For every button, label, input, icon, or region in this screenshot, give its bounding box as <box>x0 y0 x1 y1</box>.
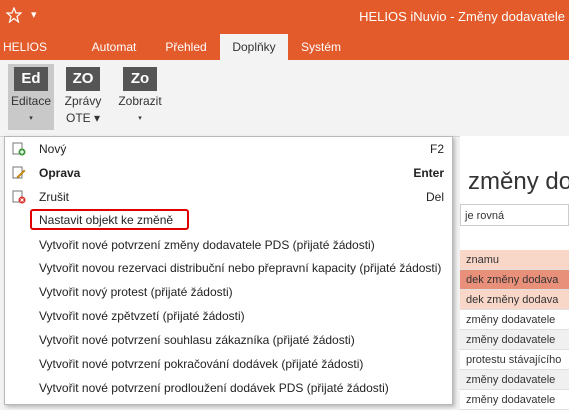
tab-automat[interactable]: Automat <box>76 34 152 60</box>
chevron-down-icon: ▾ <box>138 115 142 122</box>
tab-prehled[interactable]: Přehled <box>152 34 220 60</box>
menu-item-oprava[interactable]: Oprava Enter <box>5 161 452 185</box>
table-row[interactable]: změny dodavatele <box>460 390 569 410</box>
menu-item-souhlas-zakaznika[interactable]: Vytvořit nové potvrzení souhlasu zákazní… <box>5 328 452 352</box>
quick-access-dropdown[interactable]: ▾ <box>31 8 37 21</box>
menu-item-label: Vytvořit nový protest (přijaté žádosti) <box>39 285 233 299</box>
table-row[interactable]: protestu stávajícího <box>460 350 569 370</box>
title-bar: ▾ HELIOS iNuvio - Změny dodavatele <box>0 0 569 34</box>
menu-item-protest[interactable]: Vytvořit nový protest (přijaté žádosti) <box>5 280 452 304</box>
menu-item-shortcut: F2 <box>429 142 444 156</box>
table-row[interactable]: znamu <box>460 250 569 270</box>
menu-item-potvrzeni-zmeny-dodavatele[interactable]: Vytvořit nové potvrzení změny dodavatele… <box>5 233 452 257</box>
menu-item-label: Vytvořit nové potvrzení pokračování dodá… <box>39 357 364 371</box>
ribbon-panel: Ed Editace ▾ ZO Zprávy OTE ▾ Zo Zobrazit… <box>0 60 569 137</box>
menu-item-zpetvzeti[interactable]: Vytvořit nové zpětvzetí (přijaté žádosti… <box>5 304 452 328</box>
menu-item-label: Zrušit <box>39 190 69 204</box>
new-record-icon <box>12 142 26 156</box>
menu-item-shortcut: Enter <box>413 166 444 180</box>
table-row[interactable]: změny dodavatele <box>460 370 569 390</box>
chevron-down-icon: ▾ <box>29 115 33 122</box>
table-row[interactable]: dek změny dodava <box>460 270 569 290</box>
menu-item-label: Oprava <box>39 166 81 180</box>
table-row[interactable]: změny dodavatele <box>460 310 569 330</box>
zpravy-ote-button[interactable]: ZO Zprávy OTE ▾ <box>60 64 106 130</box>
ribbon-tabs: HELIOS Automat Přehled Doplňky Systém <box>0 34 569 60</box>
table-row[interactable]: dek změny dodava <box>460 290 569 310</box>
menu-item-label: Vytvořit nové zpětvzetí (přijaté žádosti… <box>39 309 245 323</box>
menu-item-prodlouzeni-dodavek[interactable]: Vytvořit nové potvrzení prodloužení dodá… <box>5 376 452 400</box>
panel-title: změny dod <box>468 168 569 195</box>
editace-button[interactable]: Ed Editace ▾ <box>8 64 54 130</box>
ote-label: OTE ▾ <box>65 111 101 125</box>
background-list-panel: změny dod je rovná znamu dek změny dodav… <box>460 136 569 410</box>
tab-helios[interactable]: HELIOS <box>0 34 50 60</box>
tab-system[interactable]: Systém <box>288 34 354 60</box>
menu-item-novy[interactable]: Nový F2 <box>5 137 452 161</box>
menu-item-zrusit[interactable]: Zrušit Del <box>5 185 452 209</box>
editace-label: Editace <box>10 94 52 108</box>
highlight-box <box>30 209 189 230</box>
zobrazit-label: Zobrazit <box>118 94 162 108</box>
edit-pencil-icon <box>12 166 26 179</box>
filter-field[interactable]: je rovná <box>460 204 569 226</box>
editace-dropdown-menu: Nový F2 Oprava Enter Zrušit Del Nastavit… <box>4 136 453 405</box>
menu-item-label: Nový <box>39 142 67 156</box>
delete-icon <box>12 190 26 204</box>
menu-item-shortcut: Del <box>425 190 444 204</box>
menu-item-label: Vytvořit novou rezervaci distribuční neb… <box>39 261 442 275</box>
menu-item-rezervace-kapacity[interactable]: Vytvořit novou rezervaci distribuční neb… <box>5 256 452 280</box>
window-title: HELIOS iNuvio - Změny dodavatele <box>359 9 565 24</box>
zobrazit-button[interactable]: Zo Zobrazit ▾ <box>115 64 165 130</box>
table-row[interactable]: změny dodavatele <box>460 330 569 350</box>
helios-star-icon[interactable] <box>6 7 22 23</box>
menu-item-label: Vytvořit nové potvrzení souhlasu zákazní… <box>39 333 355 347</box>
tab-doplnky[interactable]: Doplňky <box>220 34 288 60</box>
editace-icon: Ed <box>14 67 48 91</box>
menu-item-label: Vytvořit nové potvrzení změny dodavatele… <box>39 238 375 252</box>
zobrazit-icon: Zo <box>123 67 157 91</box>
menu-item-pokracovani-dodavek[interactable]: Vytvořit nové potvrzení pokračování dodá… <box>5 352 452 376</box>
zpravy-ote-icon: ZO <box>66 67 100 91</box>
zpravy-label: Zprávy <box>64 94 102 108</box>
menu-item-label: Vytvořit nové potvrzení prodloužení dodá… <box>39 381 389 395</box>
